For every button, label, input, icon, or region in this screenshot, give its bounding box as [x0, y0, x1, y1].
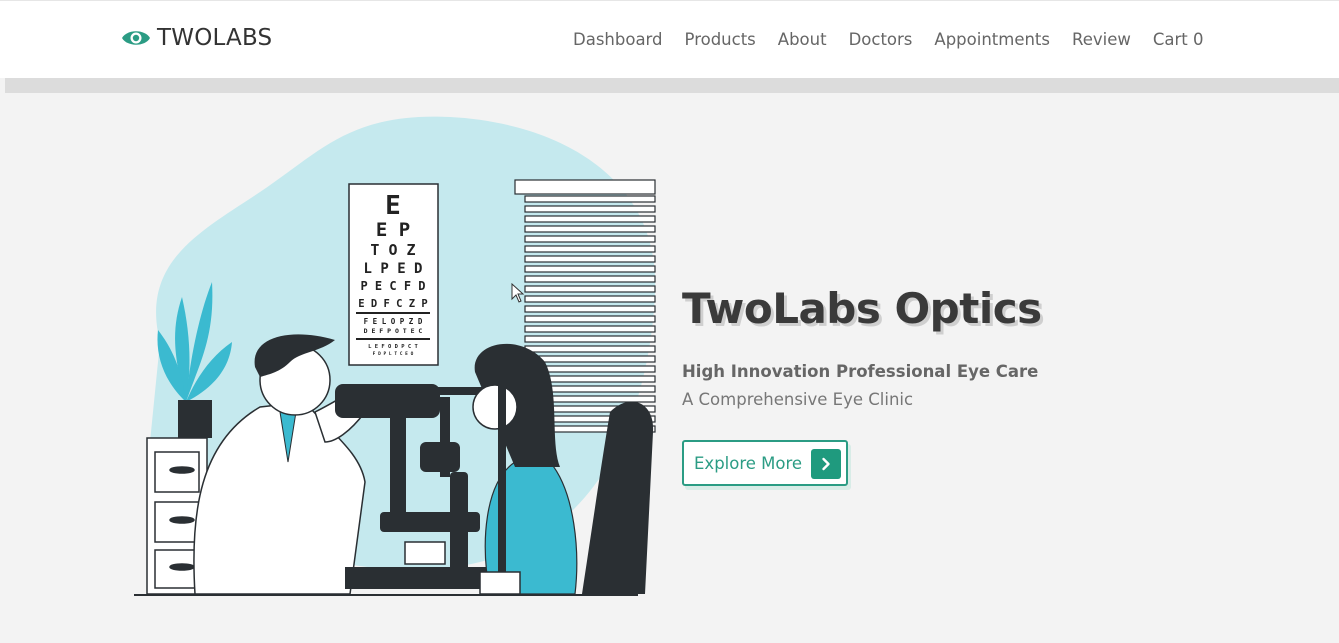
eye-chart-row: E P	[376, 219, 410, 241]
eye-chart-row: F D P L T C E O	[373, 351, 414, 357]
hero-subtitle: High Innovation Professional Eye Care	[682, 362, 1039, 381]
nav-link-appointments[interactable]: Appointments	[934, 30, 1050, 49]
eye-chart-row: T O Z	[370, 241, 415, 259]
hero-title: TwoLabs Optics	[682, 284, 1042, 333]
eye-icon	[122, 31, 150, 45]
header-divider-strip	[5, 78, 1339, 93]
nav-menu: Dashboard Products About Doctors Appoint…	[573, 30, 1204, 49]
top-navbar: TWOLABS Dashboard Products About Doctors…	[0, 0, 1339, 78]
eye-chart-row: L E F O D P C T	[368, 344, 418, 350]
explore-more-label: Explore More	[694, 453, 803, 473]
nav-link-dashboard[interactable]: Dashboard	[573, 30, 663, 49]
chevron-right-icon	[811, 449, 841, 479]
explore-more-button[interactable]: Explore More	[682, 440, 848, 486]
brand-name: TWOLABS	[157, 25, 273, 51]
eye-chart: E E P T O Z L P E D P E C F D E D F C Z …	[348, 183, 439, 366]
nav-link-doctors[interactable]: Doctors	[849, 30, 913, 49]
nav-link-cart[interactable]: Cart 0	[1153, 30, 1204, 49]
eye-chart-row: L P E D	[363, 261, 422, 277]
brand-logo[interactable]: TWOLABS	[121, 25, 272, 51]
eye-chart-row: E	[385, 191, 401, 221]
nav-link-review[interactable]: Review	[1072, 30, 1131, 49]
mouse-cursor-icon	[511, 283, 525, 303]
nav-link-products[interactable]: Products	[685, 30, 756, 49]
eye-exam-illustration: E E P T O Z L P E D P E C F D E D F C Z …	[134, 116, 656, 596]
eye-chart-row: E D F C Z P	[358, 298, 428, 310]
eye-chart-row: F E L O P Z D	[364, 317, 423, 326]
hero-content: TwoLabs Optics High Innovation Professio…	[682, 283, 1202, 486]
eye-chart-row: P E C F D	[360, 279, 425, 293]
nav-link-about[interactable]: About	[778, 30, 827, 49]
hero-tagline: A Comprehensive Eye Clinic	[682, 390, 914, 409]
eye-chart-row: D E F P O T E C	[364, 327, 423, 335]
